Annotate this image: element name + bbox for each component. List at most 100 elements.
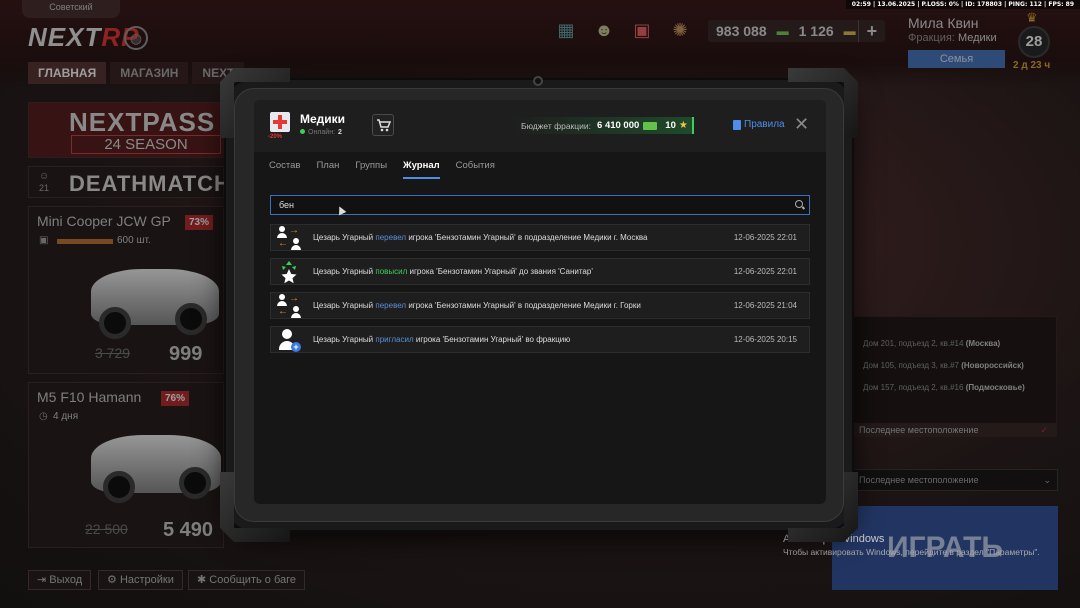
wheel-icon[interactable]: ✺ bbox=[668, 18, 692, 42]
crown-icon: ♛ bbox=[1026, 10, 1038, 25]
exit-icon: ⇥ bbox=[37, 574, 47, 586]
promote-icon bbox=[277, 260, 301, 284]
transfer-icon: → ← bbox=[277, 292, 301, 318]
cash-icon: ▬ bbox=[776, 24, 789, 38]
log-text: Цезарь Угарный перевел игрока 'Бензотами… bbox=[313, 233, 648, 242]
family-button[interactable]: Семья bbox=[908, 50, 1005, 68]
time-left: 4 дня bbox=[53, 411, 79, 422]
last-location-option[interactable]: Последнее местоположение ✓ bbox=[843, 423, 1056, 437]
nextpass-title: NEXTPASS bbox=[69, 107, 216, 137]
faction-budget: Бюджет фракции: 6 410 000 10 ★ bbox=[513, 117, 694, 134]
tab-events[interactable]: События bbox=[456, 160, 495, 179]
faction-header: -20% Медики Онлайн: 2 Бюджет фракции: 6 4… bbox=[254, 100, 826, 152]
user-name: Мила Квин bbox=[908, 15, 979, 31]
log-text: Цезарь Угарный повысил игрока 'Бензотами… bbox=[313, 267, 593, 276]
globe-icon[interactable]: ◍ bbox=[124, 26, 148, 50]
cart-icon bbox=[377, 119, 392, 132]
car-title: M5 F10 Hamann bbox=[37, 389, 142, 405]
tab-plan[interactable]: План bbox=[316, 160, 339, 179]
spawn-address-3[interactable]: Дом 157, подъезд 2, кв.#16 (Подмосковье) bbox=[863, 383, 1025, 392]
car-wheel bbox=[103, 471, 135, 503]
top-icons: ▦ ☻ ▣ ✺ bbox=[554, 18, 692, 42]
log-text: Цезарь Угарный перевел игрока 'Бензотами… bbox=[313, 301, 641, 310]
log-row[interactable]: → ← Цезарь Угарный перевел игрока 'Бензо… bbox=[270, 224, 810, 251]
stock-bar bbox=[57, 239, 113, 244]
players-icon: ☺ bbox=[39, 171, 50, 182]
log-text: Цезарь Угарный пригласил игрока 'Бензота… bbox=[313, 335, 571, 344]
location-select[interactable]: Последнее местоположение ⌄ bbox=[852, 469, 1058, 491]
currency-box: 983 088 ▬ 1 126 ▬ + bbox=[708, 20, 886, 42]
add-currency-button[interactable]: + bbox=[857, 20, 886, 42]
coins-amount: 1 126 bbox=[798, 23, 834, 39]
faction-online: Онлайн: 2 bbox=[300, 129, 342, 136]
log-time: 12-06-2025 22:01 bbox=[733, 267, 797, 276]
transfer-icon: → ← bbox=[277, 224, 301, 250]
rules-link[interactable]: Правила bbox=[733, 119, 785, 130]
cash-icon bbox=[643, 121, 658, 130]
log-time: 12-06-2025 22:01 bbox=[733, 233, 797, 242]
skull-icon[interactable]: ☻ bbox=[592, 18, 616, 42]
bug-icon: ✱ bbox=[197, 574, 207, 586]
nextrp-logo: NEXTRP bbox=[28, 22, 140, 52]
nextpass-card[interactable]: NEXTPASS 24 SEASON bbox=[28, 102, 224, 158]
server-tag: Советский bbox=[22, 0, 120, 18]
car-wheel bbox=[99, 307, 131, 339]
log-row[interactable]: → ← Цезарь Угарный перевел игрока 'Бензо… bbox=[270, 292, 810, 319]
nav-tab-main[interactable]: ГЛАВНАЯ bbox=[28, 62, 107, 84]
spawn-address-2[interactable]: Дом 105, подъезд 3, кв.#7 (Новороссийск) bbox=[863, 361, 1024, 370]
journal-log: → ← Цезарь Угарный перевел игрока 'Бензо… bbox=[270, 224, 810, 360]
exit-button[interactable]: ⇥ Выход bbox=[28, 570, 92, 590]
spawn-address-1[interactable]: Дом 201, подъезд 2, кв.#14 (Москва) bbox=[863, 339, 1000, 348]
check-icon: ✓ bbox=[1040, 425, 1048, 435]
car-wheel bbox=[179, 467, 211, 499]
online-dot-icon bbox=[300, 129, 305, 134]
faction-name: Медики bbox=[300, 112, 346, 126]
launcher-nav: ГЛАВНАЯ МАГАЗИН NEXT bbox=[28, 62, 245, 84]
tablet-camera bbox=[533, 76, 543, 86]
nav-tab-shop[interactable]: МАГАЗИН bbox=[110, 62, 189, 84]
tab-members[interactable]: Состав bbox=[269, 160, 300, 179]
hospital-icon bbox=[270, 112, 290, 132]
timer-icon: ◷ bbox=[39, 411, 48, 422]
faction-shop-button[interactable] bbox=[372, 114, 394, 136]
search-icon[interactable] bbox=[795, 200, 803, 208]
log-row[interactable]: Цезарь Угарный повысил игрока 'Бензотами… bbox=[270, 258, 810, 285]
money-amount: 983 088 bbox=[716, 23, 767, 39]
car-card-m5[interactable]: M5 F10 Hamann 76% ◷ 4 дня 22 500 5 490 bbox=[28, 382, 224, 548]
nextpass-season: 24 SEASON bbox=[71, 135, 221, 154]
car-card-mini[interactable]: Mini Cooper JCW GP 73% ▣ 600 шт. 3 729 9… bbox=[28, 206, 224, 374]
level-badge: 28 bbox=[1018, 26, 1050, 58]
coin-icon: ▬ bbox=[843, 24, 856, 38]
settings-button[interactable]: ⚙ Настройки bbox=[98, 570, 183, 590]
plus-icon: + bbox=[291, 341, 301, 352]
invite-icon: + bbox=[277, 328, 301, 352]
discount-badge: 76% bbox=[161, 391, 190, 406]
gear-icon: ⚙ bbox=[107, 574, 117, 586]
budget-stars: 10 bbox=[665, 120, 676, 131]
car-title: Mini Cooper JCW GP bbox=[37, 213, 171, 229]
new-price: 5 490 bbox=[163, 519, 214, 541]
close-button[interactable]: ✕ bbox=[794, 114, 809, 134]
faction-discount: -20% bbox=[268, 134, 283, 140]
spawn-panel: Дом 201, подъезд 2, кв.#14 (Москва) Дом … bbox=[842, 316, 1057, 437]
search-input[interactable] bbox=[271, 196, 781, 214]
daily-calendar-icon[interactable]: ▣ bbox=[630, 18, 654, 42]
star-icon: ★ bbox=[678, 120, 688, 131]
tab-groups[interactable]: Группы bbox=[355, 160, 387, 179]
log-time: 12-06-2025 21:04 bbox=[733, 301, 797, 310]
new-price: 999 bbox=[169, 343, 203, 365]
deathmatch-title: DEATHMATCH bbox=[69, 171, 231, 196]
old-price: 3 729 bbox=[95, 345, 131, 361]
discount-badge: 73% bbox=[185, 215, 214, 230]
report-bug-button[interactable]: ✱ Сообщить о баге bbox=[188, 570, 306, 590]
journal-search bbox=[270, 195, 810, 215]
faction-panel: -20% Медики Онлайн: 2 Бюджет фракции: 6 4… bbox=[254, 100, 826, 504]
old-price: 22 500 bbox=[85, 521, 128, 537]
tab-journal[interactable]: Журнал bbox=[403, 160, 440, 179]
calendar-icon[interactable]: ▦ bbox=[554, 18, 578, 42]
log-time: 12-06-2025 20:15 bbox=[733, 335, 797, 344]
log-row[interactable]: + Цезарь Угарный пригласил игрока 'Бензо… bbox=[270, 326, 810, 353]
system-stats: 02:59 | 13.06.2025 | P.LOSS: 0% | ID: 17… bbox=[845, 0, 1080, 9]
deathmatch-card[interactable]: ☺ 21 DEATHMATCH bbox=[28, 166, 230, 198]
level-time: 2 д 23 ч bbox=[1013, 60, 1051, 71]
